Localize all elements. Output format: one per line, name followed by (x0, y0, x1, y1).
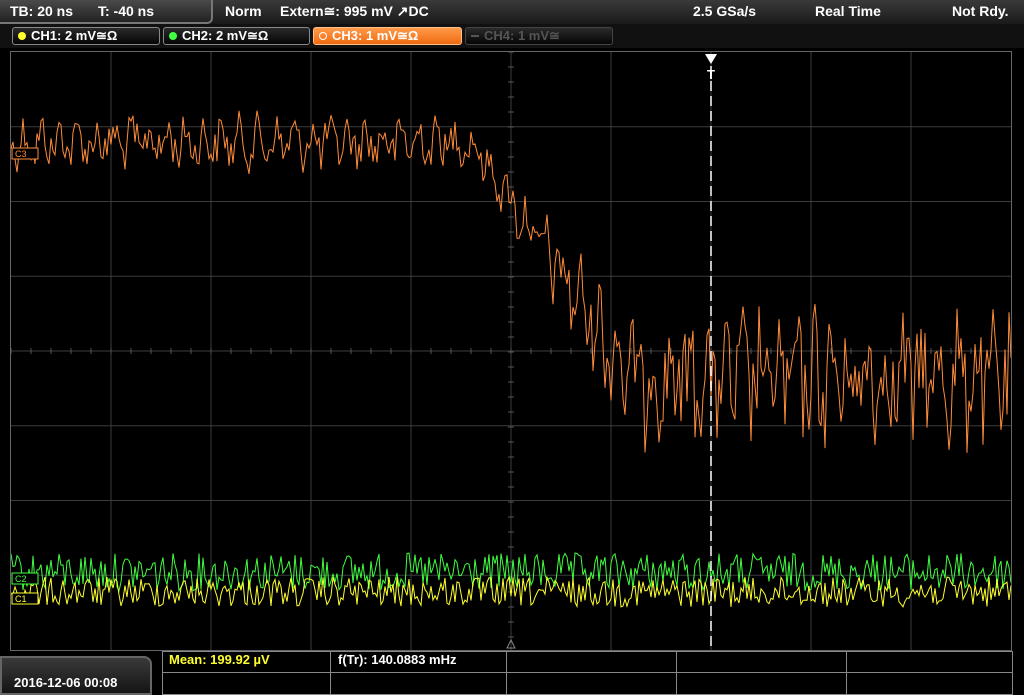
datetime: 2016-12-06 00:08 (14, 675, 118, 690)
trigger-mode[interactable]: Norm (225, 3, 262, 19)
channel-bar: CH1: 2 mV≅Ω CH2: 2 mV≅Ω CH3: 1 mV≅Ω CH4:… (0, 24, 1024, 48)
channel-3-offset-marker[interactable]: C3 (11, 147, 39, 160)
trigger-marker-label: T (707, 67, 715, 82)
channel-4-button[interactable]: CH4: 1 mV≅ (465, 27, 613, 45)
channel-1-dot-icon (18, 32, 26, 40)
trigger-time-value: T: -40 ns (98, 3, 155, 19)
acquisition-mode[interactable]: Real Time (815, 3, 881, 19)
measurement-frequency[interactable]: f(Tr): 140.0883 mHz (338, 652, 457, 667)
channel-2-label: CH2: 2 mV≅Ω (182, 28, 269, 43)
timebase-box[interactable]: TB: 20 ns T: -40 ns (0, 0, 213, 24)
measurement-mean[interactable]: Mean: 199.92 µV (169, 652, 270, 667)
channel-1-marker-label: C1 (15, 594, 27, 604)
channel-3-label: CH3: 1 mV≅Ω (332, 28, 419, 43)
timebase-value: TB: 20 ns (10, 3, 74, 19)
channel-2-marker-label: C2 (15, 574, 27, 584)
channel-3-dot-icon (319, 32, 327, 40)
channel-3-button[interactable]: CH3: 1 mV≅Ω (313, 27, 462, 45)
channel-1-offset-marker[interactable]: C1 (11, 592, 39, 605)
channel-4-label: CH4: 1 mV≅ (484, 28, 560, 43)
measurement-bar (0, 651, 1024, 695)
status-bar: TB: 20 ns T: -40 ns Norm Extern≅: 995 mV… (0, 0, 1024, 24)
measurement-grid (162, 651, 1013, 695)
channel-1-button[interactable]: CH1: 2 mV≅Ω (12, 27, 160, 45)
grid (11, 52, 1011, 650)
channel-4-dash-icon (471, 35, 479, 37)
channel-2-button[interactable]: CH2: 2 mV≅Ω (163, 27, 310, 45)
acquisition-status: Not Rdy. (952, 3, 1009, 19)
trigger-position-icon[interactable] (705, 54, 717, 64)
sample-rate: 2.5 GSa/s (693, 3, 757, 19)
waveform-display[interactable]: T C3 C2 C1 (10, 51, 1012, 651)
channel-2-dot-icon (169, 32, 177, 40)
channel-3-marker-label: C3 (15, 149, 27, 159)
waveform-svg: T C3 C2 C1 (11, 52, 1011, 650)
channel-2-offset-marker[interactable]: C2 (11, 572, 39, 585)
channel-1-label: CH1: 2 mV≅Ω (31, 28, 118, 43)
datetime-box[interactable]: 2016-12-06 00:08 (0, 656, 152, 695)
trigger-source[interactable]: Extern≅: 995 mV ↗DC (280, 3, 429, 20)
